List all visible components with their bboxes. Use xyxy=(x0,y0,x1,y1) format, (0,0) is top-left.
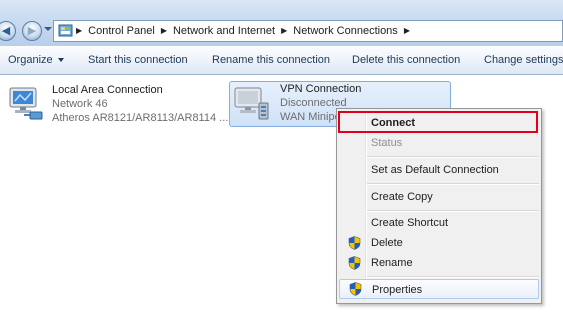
menu-separator xyxy=(367,276,539,278)
address-bar: ◀ ▶ ▶ Control Panel ▶ Network and Intern… xyxy=(0,0,563,46)
menu-separator xyxy=(367,183,539,185)
control-panel-icon xyxy=(58,24,73,37)
forward-button[interactable]: ▶ xyxy=(22,21,42,41)
breadcrumb-network-connections[interactable]: Network Connections xyxy=(293,21,398,41)
vpn-connection-icon xyxy=(234,87,269,120)
uac-shield-icon xyxy=(348,236,361,250)
back-button[interactable]: ◀ xyxy=(0,21,16,41)
context-menu: Connect Status Set as Default Connection… xyxy=(336,108,542,304)
menu-item-set-default[interactable]: Set as Default Connection xyxy=(339,160,539,180)
connection-name: Local Area Connection xyxy=(52,84,163,96)
breadcrumb[interactable]: ▶ Control Panel ▶ Network and Internet ▶… xyxy=(53,20,563,42)
rename-connection-button[interactable]: Rename this connection xyxy=(212,47,330,74)
chevron-down-icon xyxy=(57,58,64,63)
organize-button[interactable]: Organize xyxy=(8,47,64,74)
command-bar: Organize Start this connection Rename th… xyxy=(0,47,563,75)
menu-item-status: Status xyxy=(371,137,403,149)
menu-item-create-shortcut[interactable]: Create Shortcut xyxy=(339,213,539,233)
menu-separator xyxy=(367,156,539,158)
connection-name: VPN Connection xyxy=(280,83,362,95)
breadcrumb-separator[interactable]: ▶ xyxy=(76,21,82,41)
organize-label: Organize xyxy=(8,54,53,66)
connect-highlight-box xyxy=(338,111,538,133)
menu-item-properties[interactable]: Properties xyxy=(339,279,539,299)
uac-shield-icon xyxy=(349,282,362,296)
menu-item-properties-label: Properties xyxy=(372,284,423,296)
breadcrumb-separator[interactable]: ▶ xyxy=(281,21,287,41)
breadcrumb-control-panel[interactable]: Control Panel xyxy=(88,21,155,41)
breadcrumb-separator[interactable]: ▶ xyxy=(404,21,410,41)
menu-item-rename-label: Rename xyxy=(371,257,413,269)
local-area-connection-item[interactable]: Local Area Connection Network 46 Atheros… xyxy=(6,82,228,126)
breadcrumb-network-and-internet[interactable]: Network and Internet xyxy=(173,21,275,41)
menu-item-delete[interactable]: Delete xyxy=(339,233,539,253)
start-connection-button[interactable]: Start this connection xyxy=(88,47,188,74)
change-settings-button[interactable]: Change settings xyxy=(484,47,563,74)
menu-item-rename[interactable]: Rename xyxy=(339,253,539,273)
breadcrumb-separator[interactable]: ▶ xyxy=(161,21,167,41)
connection-adapter: Atheros AR8121/AR8113/AR8114 ... xyxy=(52,112,229,124)
menu-separator xyxy=(367,210,539,212)
recent-pages-dropdown[interactable] xyxy=(44,27,52,31)
menu-item-create-copy[interactable]: Create Copy xyxy=(339,187,539,207)
menu-item-delete-label: Delete xyxy=(371,237,403,249)
connection-network: Network 46 xyxy=(52,98,108,110)
uac-shield-icon xyxy=(348,256,361,270)
delete-connection-button[interactable]: Delete this connection xyxy=(352,47,460,74)
network-adapter-icon xyxy=(9,87,43,120)
